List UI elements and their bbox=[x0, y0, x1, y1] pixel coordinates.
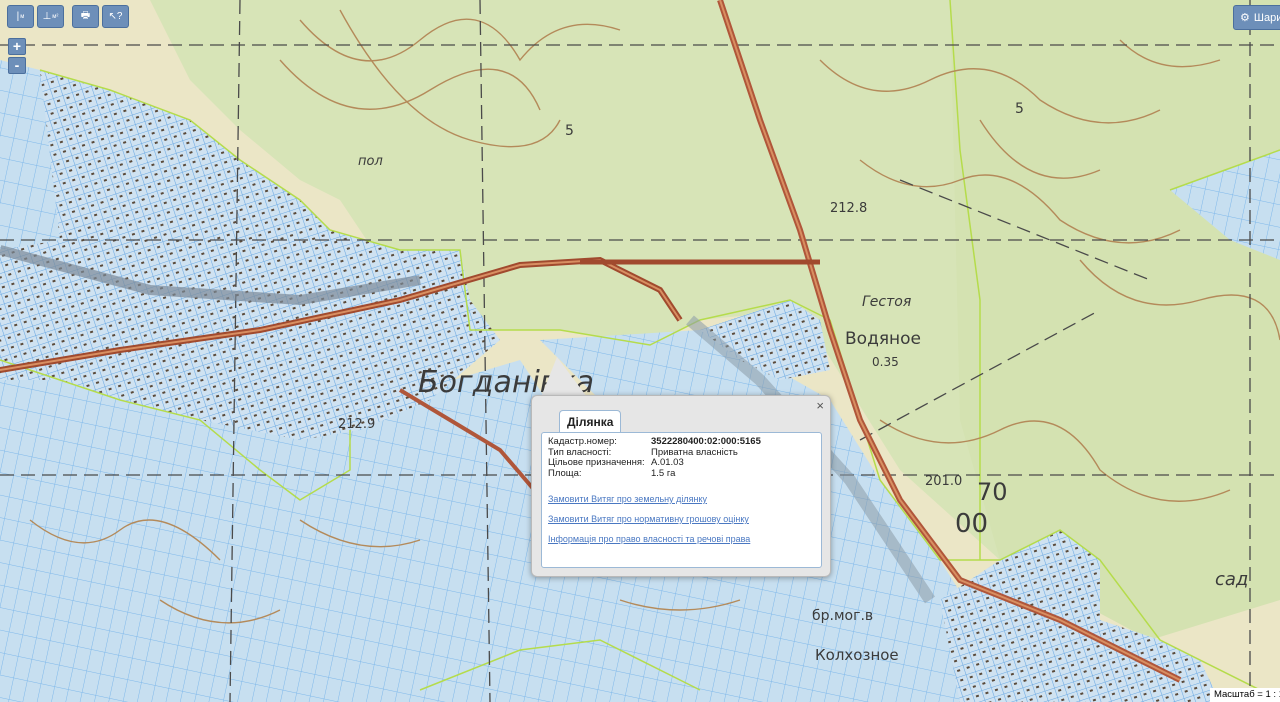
order-land-extract-link[interactable]: Замовити Витяг про земельну ділянку bbox=[548, 494, 815, 504]
popup-body: Кадастр.номер: 3522280400:02:000:5165 Ти… bbox=[541, 432, 822, 568]
label-vodyanoe-value: 0.35 bbox=[872, 355, 899, 369]
measure-length-label: м bbox=[20, 13, 25, 20]
map-canvas[interactable]: Богданівка Водяное 0.35 212.8 212.9 201.… bbox=[0, 0, 1280, 702]
field-value: 3522280400:02:000:5165 bbox=[651, 436, 761, 447]
tab-parcel[interactable]: Ділянка bbox=[559, 410, 622, 432]
print-button[interactable]: 🖶 bbox=[72, 5, 99, 28]
zoom-in-button[interactable]: + bbox=[8, 38, 26, 55]
field-label: Площа: bbox=[548, 467, 582, 479]
label-pasture: пол bbox=[358, 154, 383, 169]
identify-button[interactable]: ↖? bbox=[102, 5, 129, 28]
measure-length-button[interactable]: | м bbox=[7, 5, 34, 28]
measure-area-label: м² bbox=[52, 13, 59, 20]
field-value: 1.5 га bbox=[651, 467, 676, 479]
label-gestor: Гестоя bbox=[862, 294, 911, 310]
ownership-info-link[interactable]: Інформація про право власності та речові… bbox=[548, 534, 815, 544]
label-vodyanoe: Водяное bbox=[845, 329, 921, 349]
label-grid-5a: 5 bbox=[565, 123, 574, 139]
popup-close-icon[interactable]: × bbox=[816, 398, 824, 413]
label-elev-2129: 212.9 bbox=[338, 417, 375, 432]
field-purpose: Цільове призначення: А.01.03 bbox=[548, 457, 815, 469]
field-area: Площа: 1.5 га bbox=[548, 467, 815, 480]
label-sad: сад bbox=[1215, 569, 1248, 590]
pointer-help-icon: ↖? bbox=[108, 11, 123, 22]
field-label: Кадастр.номер: bbox=[548, 436, 617, 447]
measure-area-button[interactable]: ⊥ м² bbox=[37, 5, 64, 28]
zoom-out-button[interactable]: - bbox=[8, 57, 26, 74]
print-icon: 🖶 bbox=[80, 10, 91, 21]
label-kolkhoznoe: Колхозное bbox=[815, 646, 899, 664]
label-grid-5b: 5 bbox=[1015, 101, 1024, 117]
parcel-popup: × Ділянка Кадастр.номер: 3522280400:02:0… bbox=[531, 395, 831, 577]
map-toolbar: | м ⊥ м² 🖶 ↖? bbox=[7, 5, 129, 28]
label-elev-2128: 212.8 bbox=[830, 201, 867, 216]
gear-icon: ⚙ bbox=[1240, 12, 1250, 24]
popup-pointer bbox=[541, 357, 587, 397]
layers-button[interactable]: ⚙ Шари bbox=[1233, 5, 1280, 30]
field-cadastral-number: Кадастр.номер: 3522280400:02:000:5165 bbox=[548, 436, 815, 448]
label-br-mog: бр.мог.в bbox=[812, 608, 873, 624]
field-label: Цільове призначення: bbox=[548, 457, 645, 468]
zoom-control: + - bbox=[8, 38, 26, 74]
scale-indicator: Масштаб = 1 : 1 bbox=[1210, 688, 1280, 702]
area-ruler-icon: ⊥ bbox=[42, 11, 52, 22]
forest-area-right bbox=[950, 0, 1280, 640]
label-sq-70: 70 bbox=[977, 478, 1008, 506]
label-elev-2010: 201.0 bbox=[925, 474, 962, 489]
ruler-icon: | bbox=[16, 11, 20, 22]
order-valuation-extract-link[interactable]: Замовити Витяг про нормативну грошову оц… bbox=[548, 514, 815, 524]
field-value: А.01.03 bbox=[651, 457, 684, 468]
layers-button-label: Шари bbox=[1253, 11, 1280, 24]
label-sq-00: 00 bbox=[955, 509, 988, 539]
